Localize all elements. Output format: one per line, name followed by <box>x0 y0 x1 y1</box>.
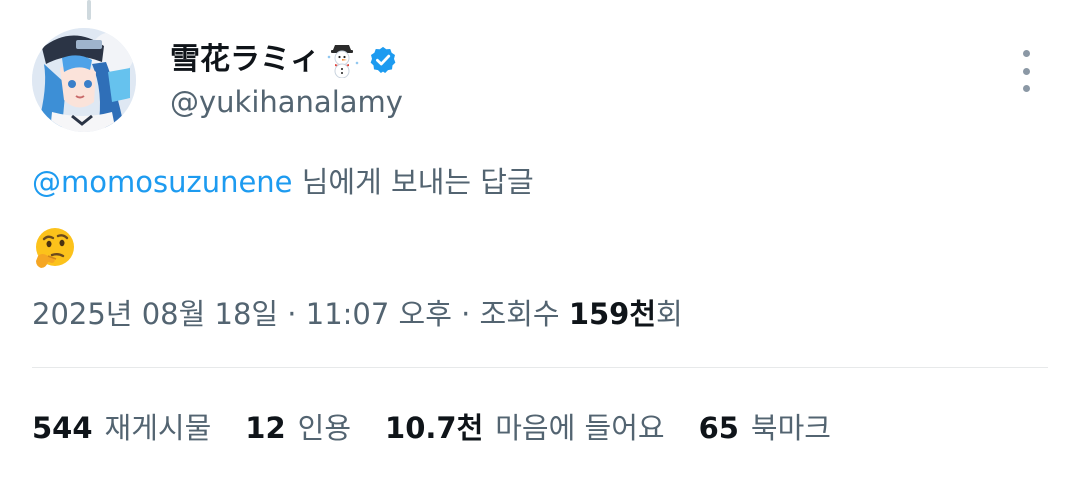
engagement-stats: 544 재게시물 12 인용 10.7천 마음에 들어요 65 북마크 <box>32 408 865 448</box>
reply-context-text: 님에게 보내는 답글 <box>292 165 534 199</box>
retweets-stat[interactable]: 544 재게시물 <box>32 408 211 448</box>
bookmarks-count: 65 <box>698 411 739 445</box>
verified-badge-icon <box>368 45 398 75</box>
divider <box>32 367 1048 368</box>
author-name-row: 雪花ラミィ <box>170 40 398 80</box>
quotes-count: 12 <box>245 411 286 445</box>
retweets-label: 재게시물 <box>104 411 212 445</box>
likes-stat[interactable]: 10.7천 마음에 들어요 <box>385 408 665 448</box>
likes-count: 10.7천 <box>385 411 484 445</box>
more-dot-icon <box>1022 85 1030 92</box>
reply-mention-link[interactable]: @momosuzunene <box>32 165 293 199</box>
views-suffix: 회 <box>656 297 683 331</box>
author-display-name[interactable]: 雪花ラミィ <box>170 40 320 80</box>
reply-context: @momosuzunene 님에게 보내는 답글 <box>32 162 534 202</box>
more-dot-icon <box>1022 67 1030 75</box>
tweet-datetime[interactable]: 2025년 08월 18일 · 11:07 오후 · 조회수 <box>32 297 569 331</box>
thinking-face-emoji <box>32 226 78 272</box>
retweets-count: 544 <box>32 411 93 445</box>
avatar[interactable] <box>32 28 136 132</box>
author-handle[interactable]: @yukihanalamy <box>170 84 403 120</box>
bookmarks-label: 북마크 <box>750 411 831 445</box>
quotes-label: 인용 <box>297 411 352 445</box>
more-dot-icon <box>1022 50 1030 57</box>
tweet-timestamp-views: 2025년 08월 18일 · 11:07 오후 · 조회수 159천회 <box>32 294 683 334</box>
bookmarks-stat[interactable]: 65 북마크 <box>699 408 831 448</box>
quotes-stat[interactable]: 12 인용 <box>245 408 351 448</box>
views-count: 159천 <box>568 297 657 331</box>
thread-connector-line <box>87 0 91 20</box>
likes-label: 마음에 들어요 <box>495 411 665 445</box>
snowman-icon <box>324 42 360 79</box>
avatar-image <box>32 28 136 132</box>
more-options-button[interactable] <box>1010 50 1042 92</box>
